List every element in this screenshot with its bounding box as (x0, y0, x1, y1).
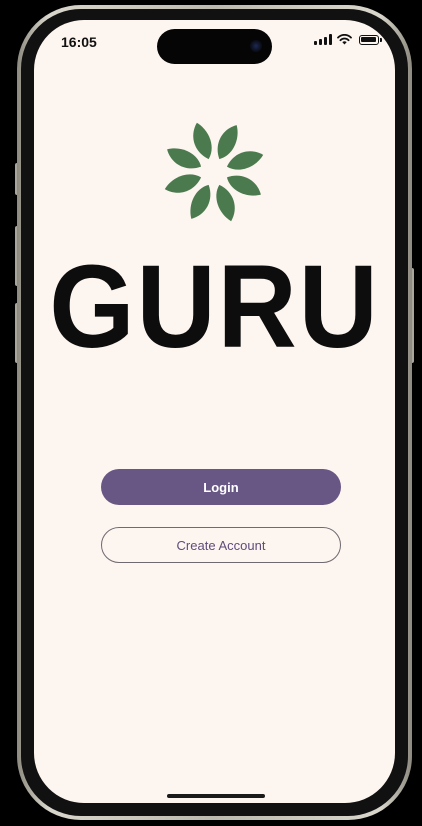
front-camera (250, 40, 262, 52)
dynamic-island (157, 29, 272, 64)
create-account-button[interactable]: Create Account (101, 527, 341, 563)
app-wordmark: GURU (49, 241, 380, 373)
flower-logo-icon (164, 122, 264, 222)
status-icons (314, 34, 382, 45)
status-time: 16:05 (61, 34, 97, 50)
phone-mockup: 16:05 GURU Login Create Account (0, 0, 422, 826)
login-button[interactable]: Login (101, 469, 341, 505)
app-screen: 16:05 GURU Login Create Account (34, 20, 395, 803)
status-bar: 16:05 (34, 20, 395, 66)
wifi-icon (337, 34, 352, 45)
battery-icon (359, 34, 382, 45)
home-indicator[interactable] (167, 794, 265, 798)
cellular-signal-icon (314, 34, 332, 45)
